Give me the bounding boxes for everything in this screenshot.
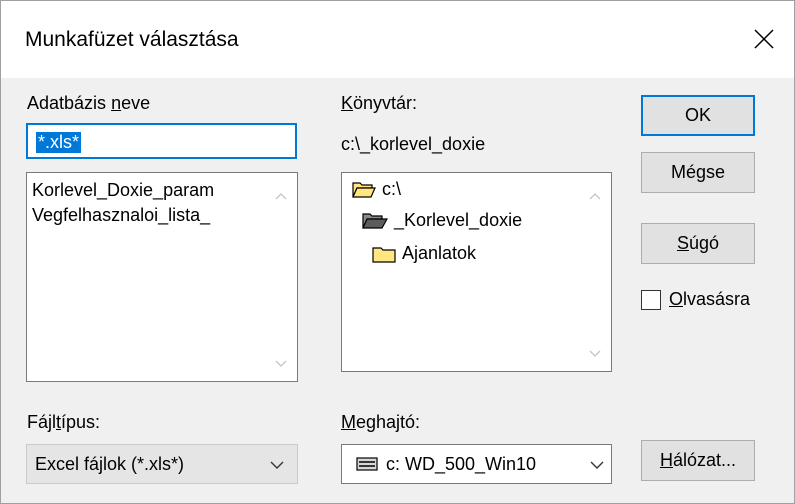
current-path: c:\_korlevel_doxie [341, 134, 486, 154]
database-name-value: *.xls* [36, 132, 82, 153]
directory-label: Könyvtár: [341, 93, 418, 113]
cancel-button[interactable]: Mégse [641, 152, 755, 193]
scroll-down-icon[interactable] [274, 357, 288, 371]
scroll-up-icon[interactable] [274, 189, 288, 203]
drive-icon [356, 457, 378, 471]
file-list-item[interactable]: Korlevel_Doxie_param [32, 180, 214, 201]
drive-label: Meghajtó: [341, 412, 421, 432]
close-button[interactable] [742, 17, 786, 61]
dialog-body: Adatbázis neve *.xls* Korlevel_Doxie_par… [1, 78, 794, 503]
tree-item-label: _Korlevel_doxie [394, 210, 523, 230]
network-button[interactable]: Hálózat... [641, 440, 755, 481]
file-list[interactable]: Korlevel_Doxie_param Vegfelhasznaloi_lis… [26, 172, 298, 382]
title-bar: Munkafüzet választása [1, 1, 794, 78]
close-icon [754, 29, 774, 49]
scroll-up-icon[interactable] [588, 189, 602, 203]
tree-item-root[interactable]: c:\ [352, 179, 401, 200]
database-name-input[interactable]: *.xls* [26, 123, 297, 159]
tree-item-label: Ajanlatok [402, 243, 477, 263]
ok-button[interactable]: OK [641, 95, 755, 136]
folder-icon [372, 246, 396, 263]
help-button[interactable]: Súgó [641, 223, 755, 264]
open-folder-dark-icon [362, 212, 388, 229]
directory-tree[interactable]: c:\ _Korlevel_doxie Ajanlatok [341, 172, 612, 372]
chevron-down-icon [270, 461, 284, 469]
dialog-title: Munkafüzet választása [25, 28, 239, 51]
drive-dropdown[interactable]: c: WD_500_Win10 [341, 444, 612, 484]
database-name-label: Adatbázis neve [27, 93, 151, 113]
filetype-label: Fájltípus: [27, 412, 101, 432]
readonly-checkbox[interactable] [641, 290, 661, 310]
scroll-down-icon[interactable] [588, 347, 602, 361]
filetype-selected: Excel fájlok (*.xls*) [35, 453, 185, 474]
chevron-down-icon [590, 461, 604, 469]
file-list-item[interactable]: Vegfelhasznaloi_lista_ [32, 205, 210, 226]
filetype-dropdown[interactable]: Excel fájlok (*.xls*) [26, 444, 298, 484]
readonly-label[interactable]: Olvasásra [669, 289, 750, 310]
tree-item-ajanlatok[interactable]: Ajanlatok [372, 243, 476, 264]
drive-selected: c: WD_500_Win10 [386, 453, 537, 474]
open-workbook-dialog: Munkafüzet választása Adatbázis neve *.x… [0, 0, 795, 504]
open-folder-icon [352, 181, 376, 198]
tree-item-label: c:\ [382, 179, 402, 199]
tree-item-korlevel[interactable]: _Korlevel_doxie [362, 210, 522, 231]
